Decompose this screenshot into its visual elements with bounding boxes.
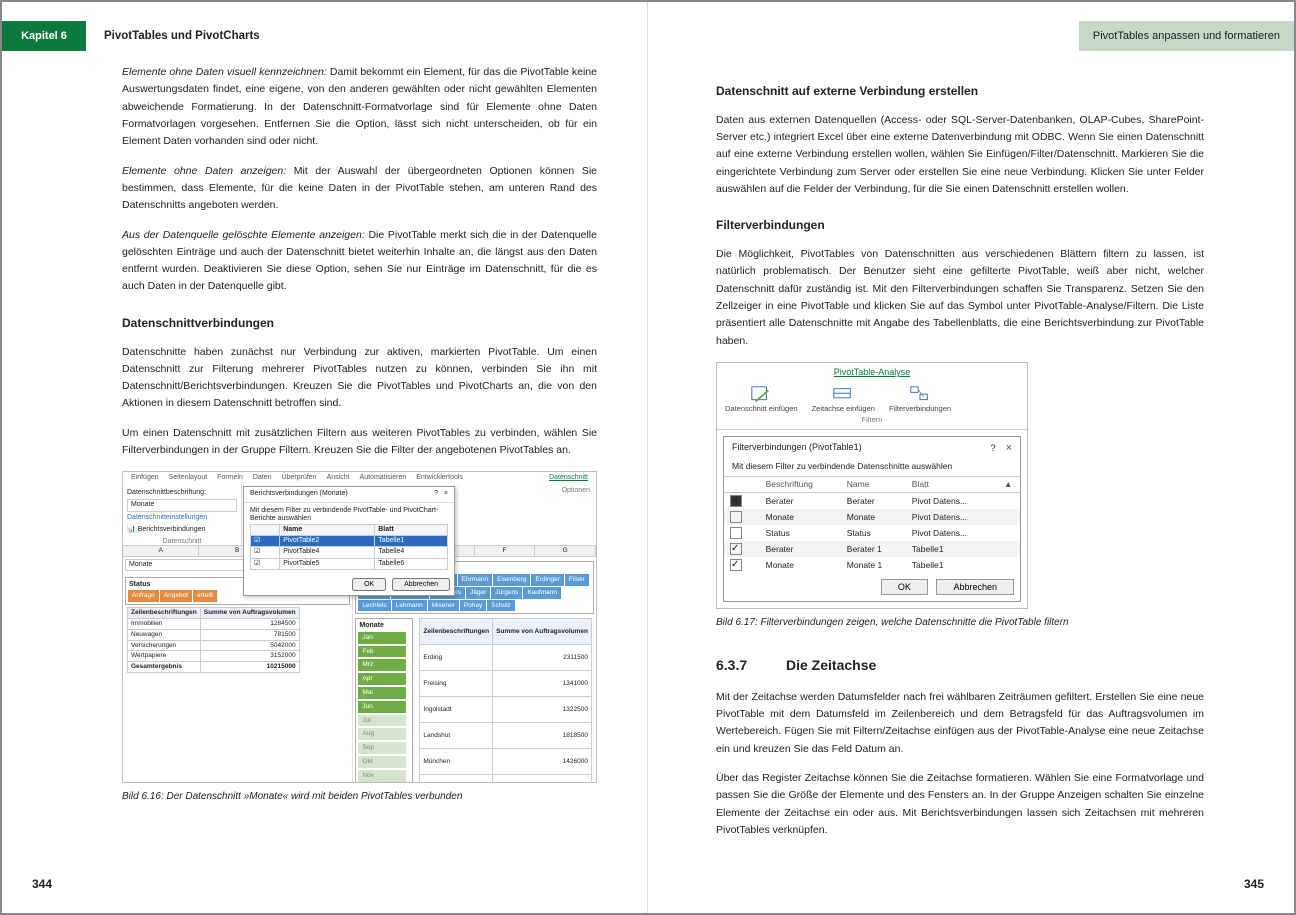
btn-datenschnitt-einfuegen[interactable]: Datenschnitt einfügen xyxy=(725,385,798,413)
para: Über das Register Zeitachse können Sie d… xyxy=(716,770,1204,839)
page-left: Kapitel 6 PivotTables und PivotCharts El… xyxy=(2,2,648,913)
close-icon[interactable]: × xyxy=(1006,442,1012,454)
body-right: Datenschnitt auf externe Verbindung erst… xyxy=(698,50,1244,839)
page-number: 345 xyxy=(1244,875,1264,895)
para: Die Möglichkeit, PivotTables von Datensc… xyxy=(716,246,1204,350)
pivot-table-2: ZeilenbeschriftungenSumme von Auftragsvo… xyxy=(419,618,592,783)
dialog-row[interactable]: ☑PivotTable2Tabelle1 xyxy=(251,535,448,546)
dialog-row[interactable]: ☑PivotTable5Tabelle6 xyxy=(251,558,448,569)
para: Elemente ohne Daten visuell kennzeichnen… xyxy=(122,64,597,151)
dialog-table: NameBlatt ☑PivotTable2Tabelle1 ☑PivotTab… xyxy=(250,524,448,571)
dialog-msg: Mit diesem Filter zu verbindende Datensc… xyxy=(724,459,1020,476)
run-in: Elemente ohne Daten anzeigen: xyxy=(122,165,286,177)
table-row[interactable]: StatusStatusPivot Datens... xyxy=(724,525,1020,541)
header-right: PivotTables anpassen und formatieren xyxy=(698,22,1244,50)
heading-filterverbindungen: Filterverbindungen xyxy=(716,216,1204,236)
para: Um einen Datenschnitt mit zusätzlichen F… xyxy=(122,425,597,460)
header-left: Kapitel 6 PivotTables und PivotCharts xyxy=(52,22,597,50)
ribbon: PivotTable-Analyse Datenschnitt einfügen… xyxy=(717,363,1027,430)
dialog-table: BeschriftungNameBlatt▲ BeraterBeraterPiv… xyxy=(724,476,1020,573)
page-right: PivotTables anpassen und formatieren Dat… xyxy=(648,2,1294,913)
ok-button[interactable]: OK xyxy=(352,578,386,591)
btn-filterverbindungen[interactable]: Filterverbindungen xyxy=(889,385,951,413)
para: Datenschnitte haben zunächst nur Verbind… xyxy=(122,344,597,413)
heading-zeitachse: 6.3.7Die Zeitachse xyxy=(716,654,1204,677)
run-in: Elemente ohne Daten visuell kennzeichnen… xyxy=(122,66,327,78)
dialog-title: Berichtsverbindungen (Monate)? × xyxy=(244,487,454,502)
book-spread: Kapitel 6 PivotTables und PivotCharts El… xyxy=(0,0,1296,915)
dialog-berichtsverbindungen: Berichtsverbindungen (Monate)? × Mit die… xyxy=(243,486,455,596)
pivot-table-1: ZeilenbeschriftungenSumme von Auftragsvo… xyxy=(127,607,300,673)
dialog-titlebar: Filterverbindungen (PivotTable1) ?× xyxy=(724,437,1020,459)
figure-caption: Bild 6.17: Filterverbindungen zeigen, we… xyxy=(716,615,1204,632)
tab-pivottable-analyse[interactable]: PivotTable-Analyse xyxy=(717,367,1027,379)
ok-button[interactable]: OK xyxy=(881,579,928,595)
slicer-monate[interactable]: Monate JanFebMrzAprMaiJunJulAugSepOktNov… xyxy=(355,618,413,783)
cancel-button[interactable]: Abbrechen xyxy=(392,578,450,591)
figure-6-17: PivotTable-Analyse Datenschnitt einfügen… xyxy=(716,362,1028,609)
para: Aus der Datenquelle gelöschte Elemente a… xyxy=(122,227,597,296)
btn-zeitachse-einfuegen[interactable]: Zeitachse einfügen xyxy=(812,385,875,413)
body-left: Elemente ohne Daten visuell kennzeichnen… xyxy=(52,50,597,806)
heading-datenschnittverbindungen: Datenschnittverbindungen xyxy=(122,314,597,334)
section-tab: PivotTables anpassen und formatieren xyxy=(1079,21,1294,51)
chapter-title: PivotTables und PivotCharts xyxy=(104,27,260,46)
ribbon-tabs: Einfügen Seitenlayout Formeln Daten Über… xyxy=(123,472,596,484)
ribbon-group-label: Filtern xyxy=(717,413,1027,427)
para: Daten aus externen Datenquellen (Access-… xyxy=(716,112,1204,199)
run-in: Aus der Datenquelle gelöschte Elemente a… xyxy=(122,229,365,241)
dialog-filterverbindungen: Filterverbindungen (PivotTable1) ?× Mit … xyxy=(723,436,1021,602)
tab-datenschnitt[interactable]: Datenschnitt xyxy=(549,474,588,482)
heading-externe-verbindung: Datenschnitt auf externe Verbindung erst… xyxy=(716,82,1204,102)
table-row[interactable]: MonateMonatePivot Datens... xyxy=(724,509,1020,525)
figure-caption: Bild 6.16: Der Datenschnitt »Monate« wir… xyxy=(122,789,597,806)
page-number: 344 xyxy=(32,875,52,895)
chapter-tab: Kapitel 6 xyxy=(2,21,86,51)
ribbon-group-datenschnitt: Datenschnittbeschriftung: Monate Datensc… xyxy=(123,485,242,545)
para: Elemente ohne Daten anzeigen: Mit der Au… xyxy=(122,163,597,215)
cancel-button[interactable]: Abbrechen xyxy=(936,579,1014,595)
table-row[interactable]: BeraterBerater 1Tabelle1 xyxy=(724,541,1020,557)
table-row[interactable]: MonateMonate 1Tabelle1 xyxy=(724,557,1020,573)
para: Mit der Zeitachse werden Datumsfelder na… xyxy=(716,689,1204,758)
dialog-row[interactable]: ☑PivotTable4Tabelle4 xyxy=(251,547,448,558)
figure-6-16: Einfügen Seitenlayout Formeln Daten Über… xyxy=(122,471,597,783)
table-row[interactable]: BeraterBeraterPivot Datens... xyxy=(724,493,1020,510)
